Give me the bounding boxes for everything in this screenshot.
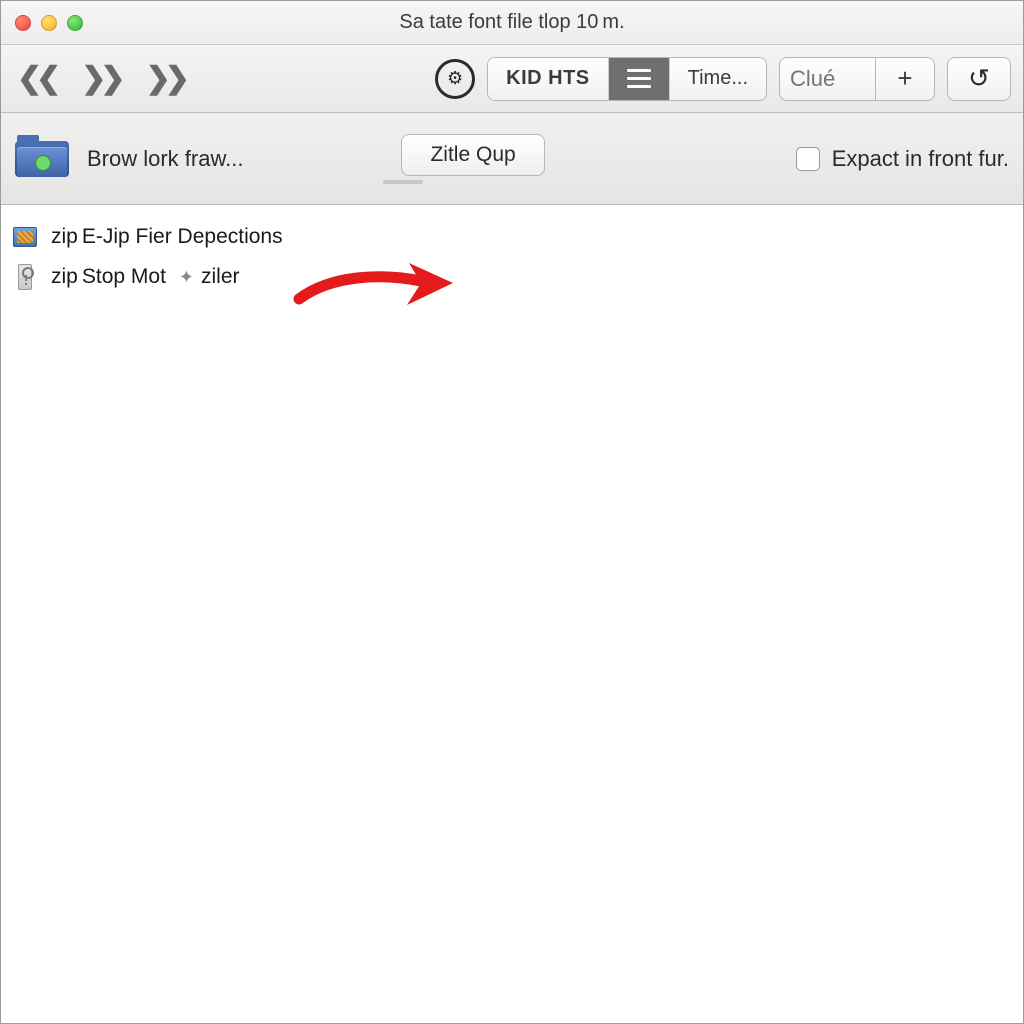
- minimize-window-button[interactable]: [41, 15, 57, 31]
- app-window: Sa tate font file tlop 10 m. ❮❮ ❯❯ ❯❯ ⚙ …: [0, 0, 1024, 1024]
- toolbar: ❮❮ ❯❯ ❯❯ ⚙ KID HTS Time... + ↺: [1, 45, 1023, 113]
- drag-handle-icon[interactable]: [383, 180, 423, 184]
- file-list: zip E-Jip Fier Depections zip Stop Mot ✦…: [1, 205, 1023, 1023]
- search-field-wrap: [779, 57, 875, 101]
- search-add-group: +: [779, 57, 935, 101]
- zipper-icon: [11, 263, 39, 291]
- titlebar: Sa tate font file tlop 10 m.: [1, 1, 1023, 45]
- hamburger-icon: [627, 69, 651, 88]
- nav-group: ❮❮ ❯❯ ❯❯: [13, 60, 188, 98]
- list-item-prefix: zip: [51, 225, 78, 249]
- list-item-label: E-Jip Fier Depections: [82, 225, 283, 249]
- list-item-prefix: zip: [51, 265, 78, 289]
- view-segmented-control: KID HTS Time...: [487, 57, 767, 101]
- expact-checkbox-label: Expact in front fur.: [832, 146, 1009, 172]
- archive-icon: [11, 223, 39, 251]
- zoom-window-button[interactable]: [67, 15, 83, 31]
- close-window-button[interactable]: [15, 15, 31, 31]
- browse-label: Brow lork fraw...: [87, 146, 243, 172]
- traffic-lights: [15, 15, 83, 31]
- mid-button-wrap: Zitle Qup: [261, 134, 544, 184]
- view-seg-kidhts[interactable]: KID HTS: [488, 58, 609, 100]
- list-item[interactable]: zip Stop Mot ✦ ziler: [1, 257, 1023, 297]
- window-title: Sa tate font file tlop 10 m.: [1, 11, 1023, 34]
- list-item-label-b: ziler: [201, 265, 240, 289]
- list-item-label-a: Stop Mot: [82, 265, 166, 289]
- view-seg-list[interactable]: [609, 58, 670, 100]
- folder-icon[interactable]: [15, 137, 69, 181]
- view-seg-time[interactable]: Time...: [670, 58, 766, 100]
- nav-forward-alt-button[interactable]: ❯❯: [142, 60, 188, 98]
- zitle-qup-button[interactable]: Zitle Qup: [401, 134, 544, 176]
- list-item[interactable]: zip E-Jip Fier Depections: [1, 217, 1023, 257]
- option-bar: Brow lork fraw... Zitle Qup Expact in fr…: [1, 113, 1023, 205]
- nav-forward-button[interactable]: ❯❯: [77, 60, 123, 98]
- refresh-button[interactable]: ↺: [947, 57, 1011, 101]
- star-icon: ✦: [179, 267, 194, 288]
- nav-back-button[interactable]: ❮❮: [13, 60, 59, 98]
- search-input[interactable]: [780, 58, 875, 100]
- expact-checkbox[interactable]: [796, 147, 820, 171]
- add-button[interactable]: +: [875, 57, 935, 101]
- gear-icon[interactable]: ⚙: [435, 59, 475, 99]
- expact-checkbox-group: Expact in front fur.: [796, 146, 1009, 172]
- refresh-icon: ↺: [968, 63, 990, 94]
